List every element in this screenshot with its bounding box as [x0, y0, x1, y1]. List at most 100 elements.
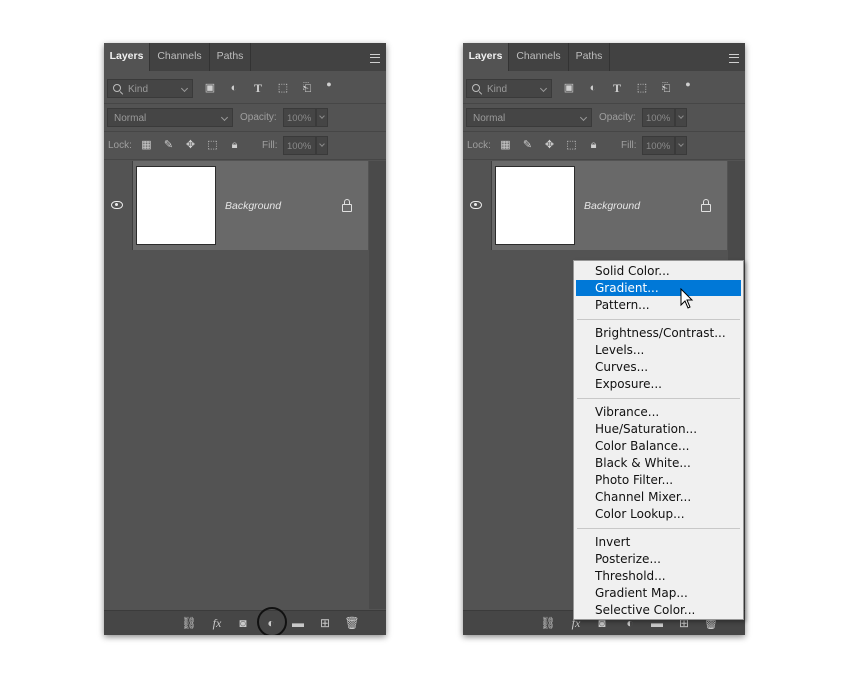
fill-input[interactable]: 100%: [642, 136, 675, 155]
menu-separator: [577, 528, 740, 529]
visibility-column[interactable]: [463, 161, 492, 250]
eye-icon[interactable]: [470, 201, 482, 209]
adjustment-filter-icon[interactable]: ◐: [586, 82, 600, 94]
group-folder-icon[interactable]: ▬: [290, 615, 306, 631]
layer-mask-icon[interactable]: ◙: [235, 615, 251, 631]
lock-all-icon[interactable]: 🔒︎: [587, 139, 600, 152]
chevron-down-icon: [220, 113, 229, 122]
tab-layers[interactable]: Layers: [463, 43, 509, 71]
menu-separator: [577, 319, 740, 320]
menu-item-channel-mixer[interactable]: Channel Mixer...: [576, 489, 741, 505]
lock-row: Lock: ▦ ✎ ✥ ⬚ 🔒︎ Fill: 100%: [104, 132, 386, 160]
layer-name[interactable]: Background: [225, 200, 281, 212]
blend-mode-select[interactable]: Normal: [466, 108, 592, 127]
lock-position-icon[interactable]: ✥: [543, 139, 556, 152]
menu-item-black-white[interactable]: Black & White...: [576, 455, 741, 471]
menu-item-gradient-map[interactable]: Gradient Map...: [576, 585, 741, 601]
opacity-input[interactable]: 100%: [642, 108, 675, 127]
image-filter-icon[interactable]: ▣: [562, 82, 576, 94]
panel-menu-icon[interactable]: [729, 54, 739, 63]
menu-item-brightness-contrast[interactable]: Brightness/Contrast...: [576, 325, 741, 341]
smartobject-filter-icon[interactable]: ⎗: [659, 82, 673, 94]
lock-image-icon[interactable]: ✎: [521, 139, 534, 152]
layer-row-background[interactable]: Background: [463, 161, 727, 250]
filter-kind-select[interactable]: Kind: [466, 79, 552, 98]
adjustment-button-highlight: [257, 607, 287, 635]
layer-thumbnail[interactable]: [495, 166, 575, 245]
search-icon: [472, 84, 480, 92]
menu-item-solid-color[interactable]: Solid Color...: [576, 263, 741, 279]
image-filter-icon[interactable]: ▣: [203, 82, 217, 94]
menu-item-pattern[interactable]: Pattern...: [576, 297, 741, 313]
opacity-dropdown-icon[interactable]: [675, 108, 687, 127]
layer-lock-icon[interactable]: [342, 199, 352, 212]
new-layer-icon[interactable]: ⊞: [317, 615, 333, 631]
layers-scrollbar[interactable]: [369, 161, 386, 609]
lock-all-icon[interactable]: 🔒︎: [228, 139, 241, 152]
chevron-down-icon: [180, 84, 189, 93]
menu-item-photo-filter[interactable]: Photo Filter...: [576, 472, 741, 488]
type-filter-icon[interactable]: T: [610, 82, 624, 94]
chevron-down-icon: [539, 84, 548, 93]
blend-row: Normal Opacity: 100%: [104, 104, 386, 132]
tab-paths[interactable]: Paths: [569, 43, 610, 71]
filter-toggle-icon[interactable]: ●: [322, 78, 336, 90]
fill-label: Fill:: [262, 140, 278, 151]
menu-item-threshold[interactable]: Threshold...: [576, 568, 741, 584]
shape-filter-icon[interactable]: ⬚: [276, 82, 290, 94]
opacity-input[interactable]: 100%: [283, 108, 316, 127]
layer-name[interactable]: Background: [584, 200, 640, 212]
fill-input[interactable]: 100%: [283, 136, 316, 155]
eye-icon[interactable]: [111, 201, 123, 209]
layers-panel-left: Layers Channels Paths Kind ▣ ◐ T ⬚ ⎗ ● N…: [104, 43, 386, 635]
fx-icon[interactable]: fx: [209, 615, 225, 631]
smartobject-filter-icon[interactable]: ⎗: [300, 82, 314, 94]
blend-mode-label: Normal: [114, 113, 147, 124]
lock-label: Lock:: [108, 140, 132, 151]
blend-mode-select[interactable]: Normal: [107, 108, 233, 127]
layer-lock-icon[interactable]: [701, 199, 711, 212]
tab-channels[interactable]: Channels: [150, 43, 210, 71]
link-layers-icon[interactable]: ⛓: [181, 615, 197, 631]
shape-filter-icon[interactable]: ⬚: [635, 82, 649, 94]
blend-mode-label: Normal: [473, 113, 506, 124]
opacity-dropdown-icon[interactable]: [316, 108, 328, 127]
menu-separator: [577, 398, 740, 399]
filter-toggle-icon[interactable]: ●: [681, 78, 695, 90]
filter-kind-select[interactable]: Kind: [107, 79, 193, 98]
panel-tab-bar: Layers Channels Paths: [463, 43, 745, 71]
layer-row-background[interactable]: Background: [104, 161, 368, 250]
lock-image-icon[interactable]: ✎: [162, 139, 175, 152]
type-filter-icon[interactable]: T: [251, 82, 265, 94]
layer-thumbnail[interactable]: [136, 166, 216, 245]
menu-item-color-lookup[interactable]: Color Lookup...: [576, 506, 741, 522]
fill-dropdown-icon[interactable]: [316, 136, 328, 155]
blend-row: Normal Opacity: 100%: [463, 104, 745, 132]
lock-artboard-icon[interactable]: ⬚: [565, 139, 578, 152]
fill-dropdown-icon[interactable]: [675, 136, 687, 155]
tab-layers[interactable]: Layers: [104, 43, 150, 71]
menu-item-invert[interactable]: Invert: [576, 534, 741, 550]
menu-item-gradient[interactable]: Gradient...: [576, 280, 741, 296]
chevron-down-icon: [579, 113, 588, 122]
menu-item-vibrance[interactable]: Vibrance...: [576, 404, 741, 420]
lock-transparent-icon[interactable]: ▦: [140, 139, 153, 152]
adjustment-filter-icon[interactable]: ◐: [227, 82, 241, 94]
lock-transparent-icon[interactable]: ▦: [499, 139, 512, 152]
menu-item-exposure[interactable]: Exposure...: [576, 376, 741, 392]
panel-menu-icon[interactable]: [370, 54, 380, 63]
link-layers-icon[interactable]: ⛓: [540, 615, 556, 631]
tab-channels[interactable]: Channels: [509, 43, 569, 71]
menu-item-curves[interactable]: Curves...: [576, 359, 741, 375]
delete-icon[interactable]: 🗑︎: [344, 615, 360, 631]
lock-artboard-icon[interactable]: ⬚: [206, 139, 219, 152]
menu-item-color-balance[interactable]: Color Balance...: [576, 438, 741, 454]
menu-item-levels[interactable]: Levels...: [576, 342, 741, 358]
menu-item-selective-color[interactable]: Selective Color...: [576, 602, 741, 618]
visibility-column[interactable]: [104, 161, 133, 250]
tab-paths[interactable]: Paths: [210, 43, 251, 71]
lock-position-icon[interactable]: ✥: [184, 139, 197, 152]
mouse-cursor-icon: [680, 288, 694, 309]
menu-item-hue-saturation[interactable]: Hue/Saturation...: [576, 421, 741, 437]
menu-item-posterize[interactable]: Posterize...: [576, 551, 741, 567]
